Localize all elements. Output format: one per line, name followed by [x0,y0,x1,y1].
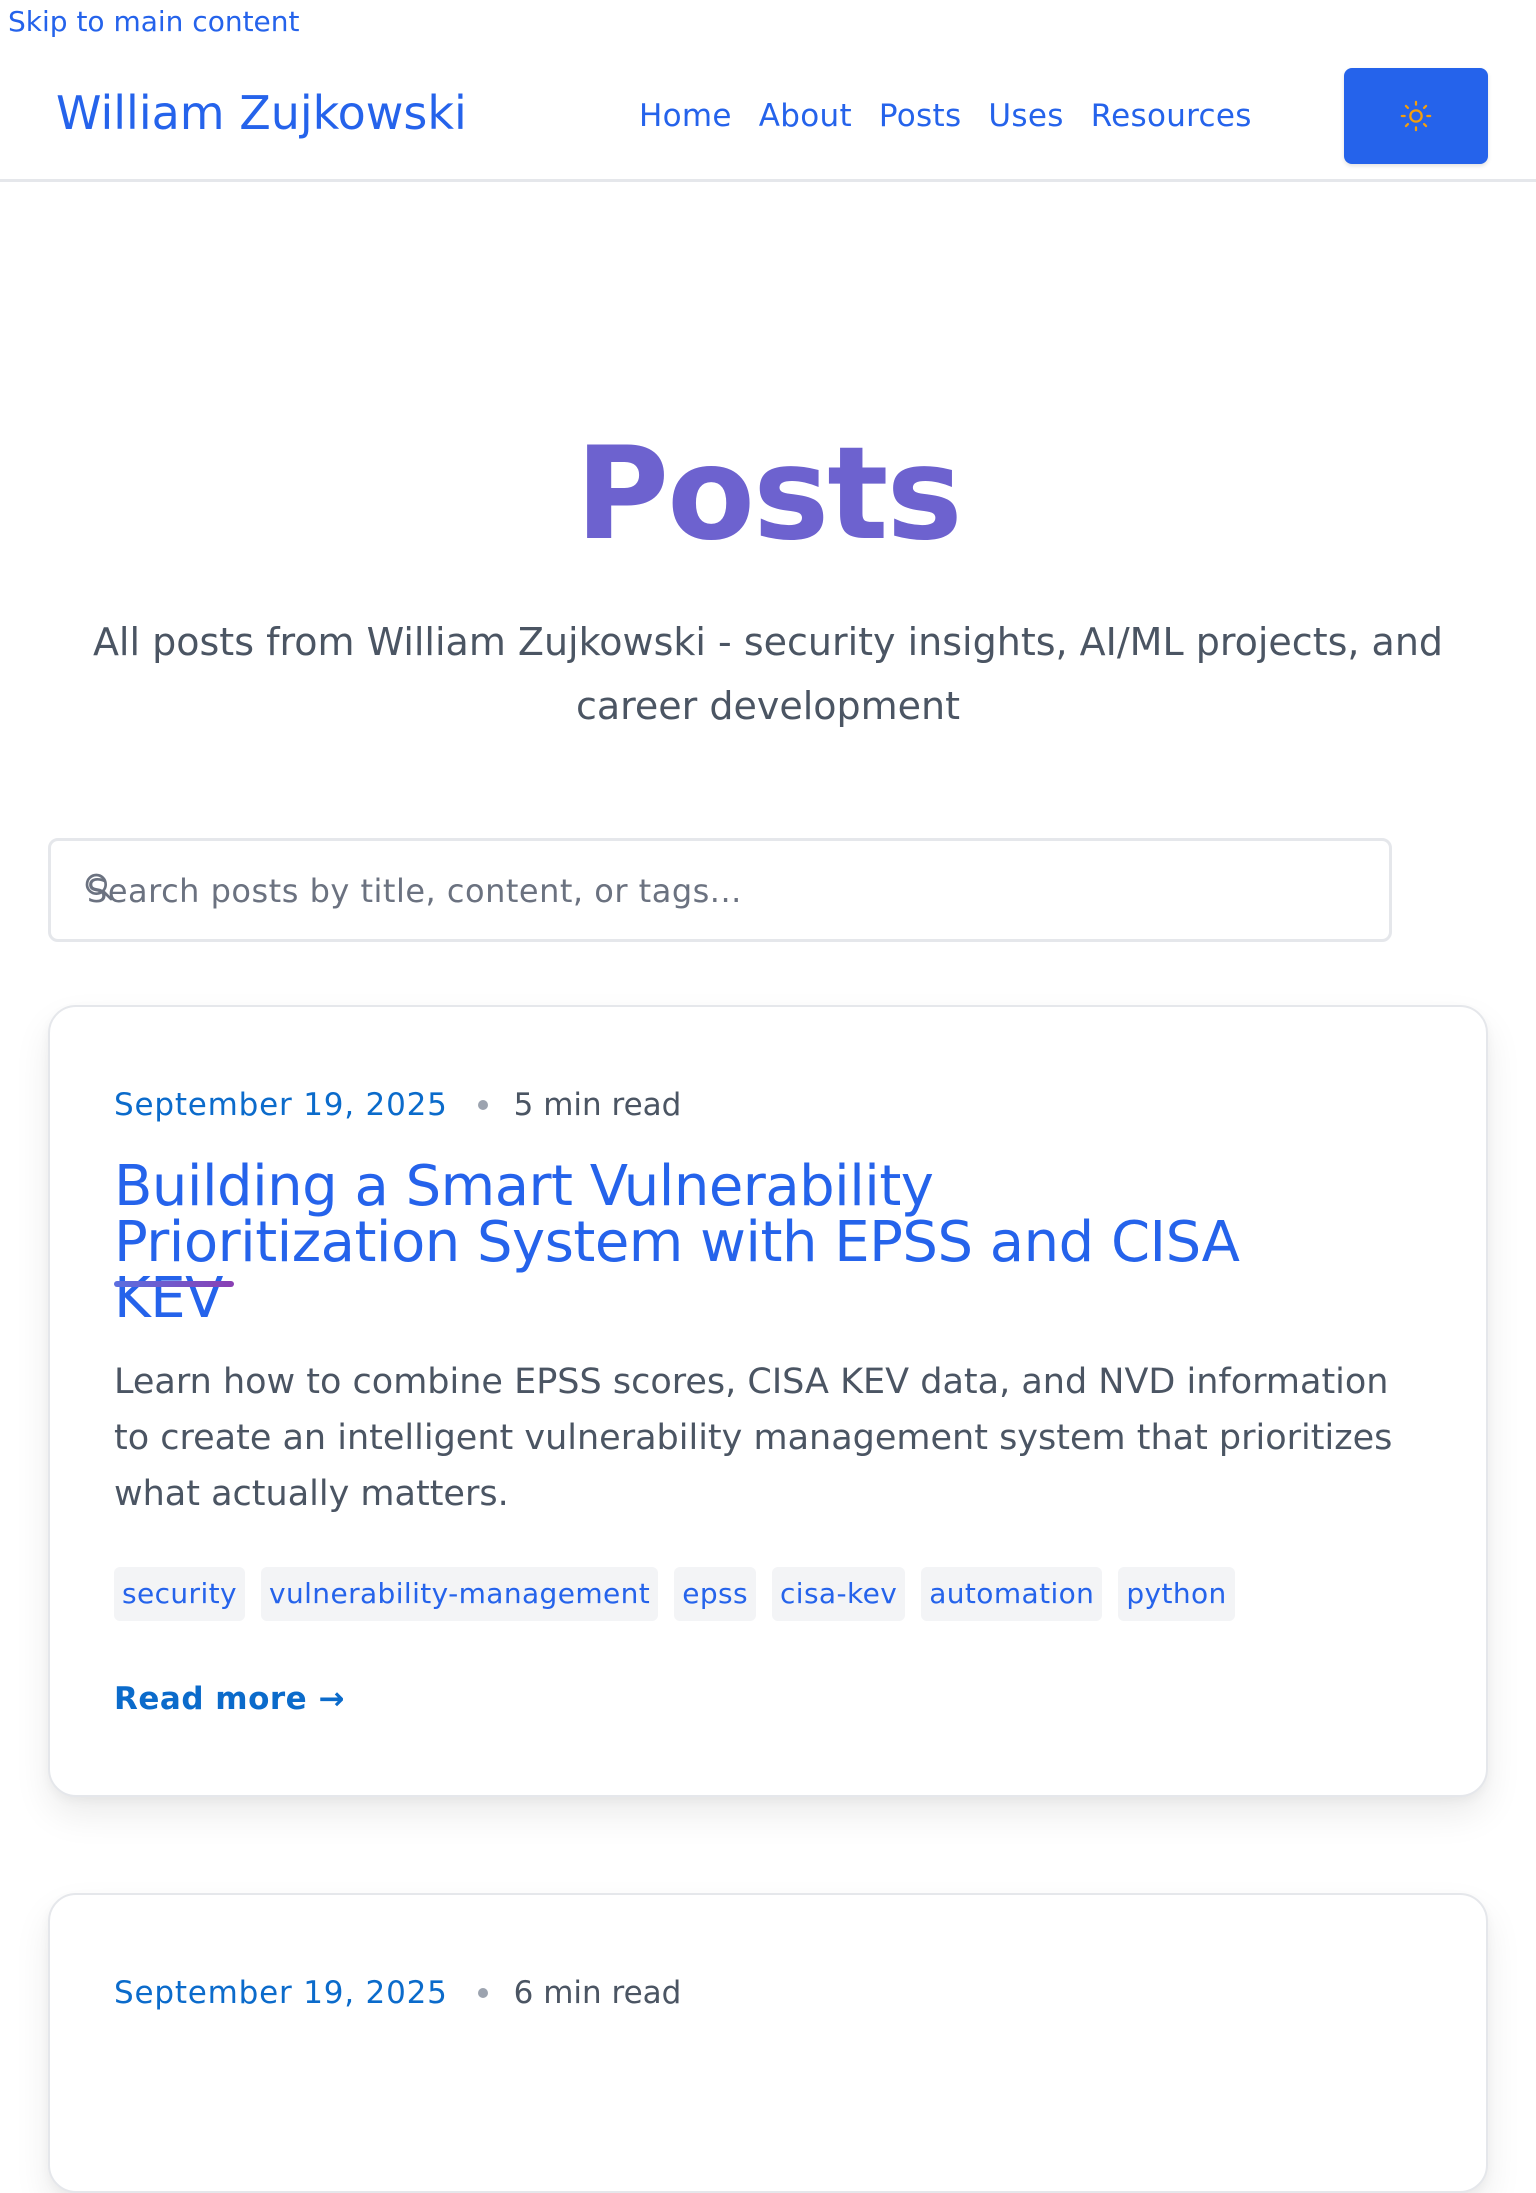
post-title-link[interactable]: Building a Smart Vulnerability Prioritiz… [114,1159,1274,1327]
read-time: 5 min read [513,1087,682,1123]
post-excerpt: Learn how to combine EPSS scores, CISA K… [114,1362,1393,1514]
post-date: September 19, 2025 [114,1975,448,2011]
search-input[interactable] [87,865,1347,917]
main-nav: Home About Posts Uses Resources [639,96,1252,136]
meta-separator [477,1100,488,1110]
site-header: William Zujkowski Home About Posts Uses … [0,0,1536,182]
nav-link-uses[interactable]: Uses [988,96,1063,136]
post-tags: security vulnerability-management epss c… [114,1567,1235,1621]
tag-vulnerability-management[interactable]: vulnerability-management [261,1567,659,1621]
post-date: September 19, 2025 [114,1087,448,1123]
post-meta: September 19, 2025 6 min read [114,1973,681,2013]
tag-automation[interactable]: automation [921,1567,1103,1621]
meta-separator [477,1988,488,1998]
page-subtitle: All posts from William Zujkowski - secur… [92,620,1444,728]
read-more-link[interactable]: Read more → [114,1679,345,1719]
site-brand-link[interactable]: William Zujkowski [56,86,467,141]
tag-epss[interactable]: epss [674,1567,756,1621]
title-accent-bar [114,1281,234,1287]
search-box [48,838,1392,942]
tag-security[interactable]: security [114,1567,245,1621]
nav-link-resources[interactable]: Resources [1091,96,1252,136]
tag-python[interactable]: python [1118,1567,1235,1621]
tag-cisa-kev[interactable]: cisa-kev [771,1567,906,1621]
theme-toggle-button[interactable] [1344,68,1488,164]
post-card: September 19, 2025 5 min read Building a… [48,1005,1488,1797]
read-time: 6 min read [513,1975,682,2011]
page-hero: Posts All posts from William Zujkowski -… [0,420,1536,738]
post-meta: September 19, 2025 5 min read [114,1085,681,1125]
nav-link-home[interactable]: Home [639,96,732,136]
nav-link-posts[interactable]: Posts [879,96,962,136]
nav-link-about[interactable]: About [759,96,852,136]
page-title: Posts [575,420,962,569]
post-card: September 19, 2025 6 min read [48,1893,1488,2193]
sun-icon [1400,100,1432,132]
